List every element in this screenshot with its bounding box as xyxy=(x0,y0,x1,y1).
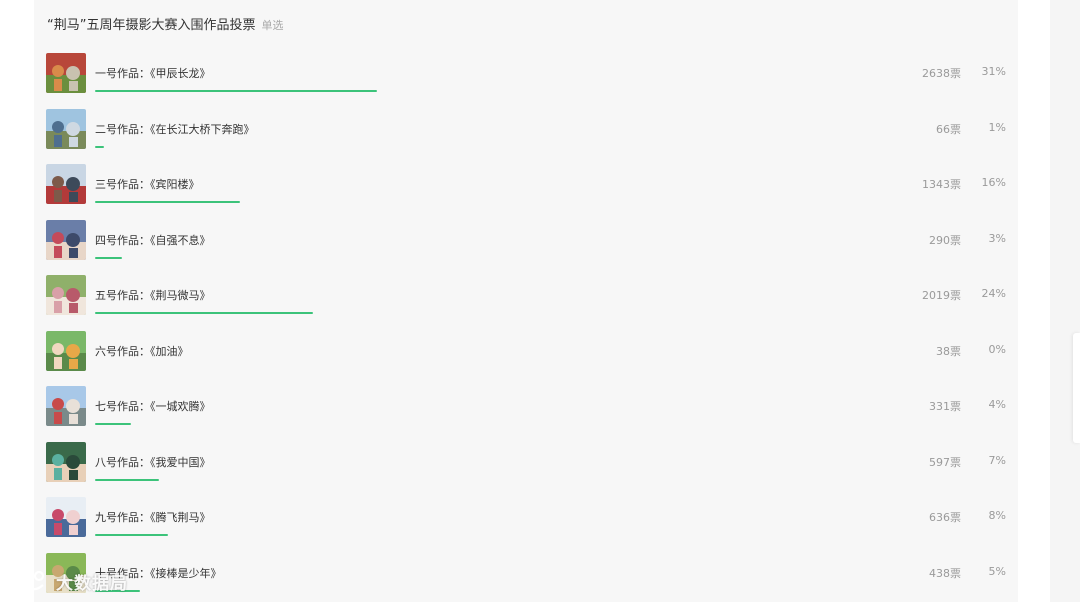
vote-count: 636票 xyxy=(929,509,961,525)
vote-percent: 3% xyxy=(974,232,1006,245)
vote-count: 66票 xyxy=(936,121,961,137)
poll-title: “荆马”五周年摄影大赛入围作品投票 xyxy=(47,14,255,33)
vote-count: 597票 xyxy=(929,454,961,470)
vote-progress-bar xyxy=(95,534,168,536)
option-label: 八号作品：《我爱中国》 xyxy=(95,454,211,470)
vote-count: 2638票 xyxy=(922,65,961,81)
side-panel-handle[interactable] xyxy=(1073,333,1080,443)
vote-progress-bar xyxy=(95,312,313,314)
option-label: 六号作品：《加油》 xyxy=(95,343,189,359)
option-thumbnail[interactable] xyxy=(46,497,86,537)
photo-race-icon xyxy=(46,497,86,537)
poll-option[interactable]: 四号作品：《自强不息》 290票 3% xyxy=(46,220,1006,276)
watermark-logo-icon xyxy=(8,568,48,594)
photo-tower-icon xyxy=(46,164,86,204)
vote-progress-bar xyxy=(95,146,104,148)
photo-bridge-icon xyxy=(46,109,86,149)
watermark-text: 大数据局 xyxy=(56,569,128,594)
vote-count: 1343票 xyxy=(922,176,961,192)
watermark: 大数据局 xyxy=(8,566,128,596)
vote-percent: 1% xyxy=(974,121,1006,134)
vote-percent: 7% xyxy=(974,454,1006,467)
vote-percent: 5% xyxy=(974,565,1006,578)
poll-option[interactable]: 六号作品：《加油》 38票 0% xyxy=(46,331,1006,387)
option-thumbnail[interactable] xyxy=(46,275,86,315)
option-thumbnail[interactable] xyxy=(46,386,86,426)
vote-percent: 16% xyxy=(974,176,1006,189)
vote-count: 2019票 xyxy=(922,287,961,303)
poll-option[interactable]: 一号作品：《甲辰长龙》 2638票 31% xyxy=(46,53,1006,109)
option-label: 一号作品：《甲辰长龙》 xyxy=(95,65,211,81)
vote-count: 290票 xyxy=(929,232,961,248)
photo-portrait-icon xyxy=(46,442,86,482)
poll-header: “荆马”五周年摄影大赛入围作品投票 单选 xyxy=(47,14,283,34)
vote-progress-bar xyxy=(95,201,240,203)
page-right-margin xyxy=(1050,0,1080,602)
photo-runners-icon xyxy=(46,220,86,260)
option-label: 七号作品：《一城欢腾》 xyxy=(95,398,211,414)
option-thumbnail[interactable] xyxy=(46,53,86,93)
vote-percent: 31% xyxy=(974,65,1006,78)
poll-option[interactable]: 九号作品：《腾飞荆马》 636票 8% xyxy=(46,497,1006,553)
option-label: 九号作品：《腾飞荆马》 xyxy=(95,509,211,525)
poll-options-list: 一号作品：《甲辰长龙》 2638票 31% 二号作品：《在长江大桥下奔跑》 66票 1% 三… xyxy=(46,53,1006,608)
vote-percent: 0% xyxy=(974,343,1006,356)
option-thumbnail[interactable] xyxy=(46,109,86,149)
vote-progress-bar xyxy=(95,90,377,92)
photo-cheer-icon xyxy=(46,331,86,371)
option-label: 三号作品：《宾阳楼》 xyxy=(95,176,200,192)
poll-option[interactable]: 八号作品：《我爱中国》 597票 7% xyxy=(46,442,1006,498)
poll-option[interactable]: 五号作品：《荆马微马》 2019票 24% xyxy=(46,275,1006,331)
vote-count: 38票 xyxy=(936,343,961,359)
option-label: 二号作品：《在长江大桥下奔跑》 xyxy=(95,121,255,137)
poll-option[interactable]: 二号作品：《在长江大桥下奔跑》 66票 1% xyxy=(46,109,1006,165)
vote-progress-bar xyxy=(95,423,131,425)
option-label: 五号作品：《荆马微马》 xyxy=(95,287,211,303)
vote-count: 331票 xyxy=(929,398,961,414)
poll-option[interactable]: 三号作品：《宾阳楼》 1343票 16% xyxy=(46,164,1006,220)
photo-city-icon xyxy=(46,386,86,426)
photo-marathon-crowd-icon xyxy=(46,53,86,93)
option-thumbnail[interactable] xyxy=(46,442,86,482)
vote-progress-bar xyxy=(95,257,122,259)
vote-percent: 24% xyxy=(974,287,1006,300)
poll-card: “荆马”五周年摄影大赛入围作品投票 单选 一号作品：《甲辰长龙》 2638票 31%… xyxy=(34,0,1018,602)
option-label: 四号作品：《自强不息》 xyxy=(95,232,211,248)
vote-progress-bar xyxy=(95,479,159,481)
option-thumbnail[interactable] xyxy=(46,164,86,204)
poll-option[interactable]: 七号作品：《一城欢腾》 331票 4% xyxy=(46,386,1006,442)
photo-runners-group-icon xyxy=(46,275,86,315)
vote-count: 438票 xyxy=(929,565,961,581)
poll-option[interactable]: 十号作品：《接棒是少年》438票5% xyxy=(46,553,1006,608)
vote-percent: 8% xyxy=(974,509,1006,522)
single-choice-tag: 单选 xyxy=(261,17,283,33)
vote-percent: 4% xyxy=(974,398,1006,411)
option-thumbnail[interactable] xyxy=(46,220,86,260)
option-thumbnail[interactable] xyxy=(46,331,86,371)
